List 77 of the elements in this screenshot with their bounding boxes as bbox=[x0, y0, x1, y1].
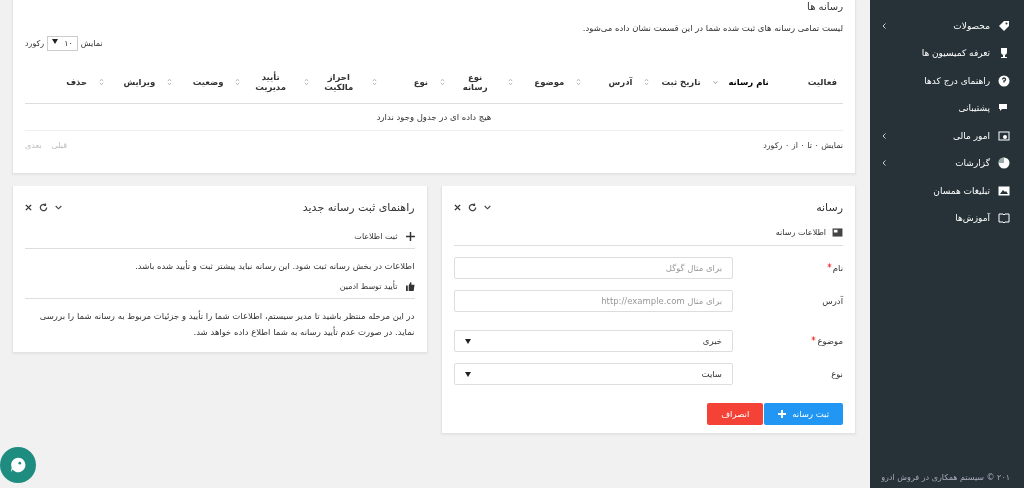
sort-icon bbox=[576, 78, 582, 86]
length-label: نمایش bbox=[80, 39, 103, 48]
close-icon[interactable] bbox=[25, 203, 32, 211]
sidebar-item[interactable]: راهنمای درج کدها bbox=[870, 67, 1024, 95]
sort-desc-icon bbox=[712, 80, 718, 84]
money-icon bbox=[998, 129, 1010, 142]
text-field[interactable]: برای مثال http://example.com bbox=[453, 290, 733, 312]
card-title: رسانه bbox=[816, 200, 843, 214]
select-field[interactable]: خبری bbox=[453, 330, 733, 352]
sidebar-item[interactable]: گزارشات bbox=[870, 149, 1024, 177]
column-header[interactable]: آدرس bbox=[570, 77, 639, 87]
sidebar-item[interactable]: امور مالی bbox=[870, 122, 1024, 150]
step-heading: ثبت اطلاعات bbox=[354, 232, 398, 241]
sidebar-item[interactable]: تبلیغات همسان bbox=[870, 177, 1024, 205]
tag-icon bbox=[998, 19, 1010, 32]
field-label: موضوع bbox=[811, 336, 843, 346]
sidebar-item[interactable]: پشتیبانی bbox=[870, 94, 1024, 122]
sort-icon bbox=[167, 78, 173, 86]
column-header[interactable]: ویرایش bbox=[93, 77, 162, 87]
step-heading: تأیید توسط ادمین bbox=[339, 282, 398, 291]
sort-icon bbox=[371, 78, 377, 86]
footer-text: ۲۰۱ © سیستم همکاری در فروش ادرو bbox=[880, 473, 1011, 484]
length-label: رکورد bbox=[25, 39, 45, 48]
collapse-icon[interactable] bbox=[55, 204, 62, 210]
field-label: نام bbox=[826, 263, 843, 273]
column-header[interactable]: نوع رسانه bbox=[433, 72, 503, 92]
step-text: در این مرحله منتظر باشید تا مدیر سیستم، اطلاعات شما را تأیید و جزئیات مربوط به رسانه شما را بررسی نماید. در صورت عدم تأیید رسانه به شما اطلاع داده خواهد شد. bbox=[38, 309, 415, 339]
field-label: نوع bbox=[831, 369, 843, 379]
column-header[interactable]: تاریخ ثبت bbox=[638, 77, 707, 87]
column-header[interactable]: فعالیت bbox=[774, 77, 843, 87]
column-header[interactable]: وضعیت bbox=[161, 77, 230, 87]
trophy-icon bbox=[998, 47, 1010, 60]
column-header[interactable]: احراز مالکیت bbox=[297, 72, 366, 92]
column-header[interactable]: موضوع bbox=[502, 77, 571, 87]
sidebar-item[interactable]: آموزش‌ها bbox=[870, 204, 1024, 232]
refresh-icon[interactable] bbox=[39, 202, 48, 212]
close-icon[interactable] bbox=[453, 203, 461, 211]
table-info: نمایش ۰ تا ۰ از ۰ رکورد bbox=[763, 141, 843, 150]
page-length-select[interactable]: ۱۰ bbox=[47, 36, 78, 51]
dropdown-arrow-icon bbox=[464, 338, 471, 344]
empty-table-message: هیچ داده ای در جدول وجود ندارد bbox=[25, 104, 843, 131]
question-icon bbox=[998, 74, 1010, 87]
sort-icon bbox=[99, 78, 105, 86]
column-header[interactable]: نام رسانه bbox=[706, 77, 775, 87]
dropdown-arrow-icon bbox=[464, 371, 471, 377]
sort-icon bbox=[303, 78, 309, 86]
plus-icon bbox=[405, 232, 415, 241]
card-title: راهنمای ثبت رسانه جدید bbox=[302, 200, 415, 214]
chat-icon bbox=[9, 456, 27, 474]
card-title: رسانه ها bbox=[806, 0, 843, 13]
sort-icon bbox=[235, 78, 241, 86]
select-field[interactable]: سایت bbox=[453, 363, 733, 385]
sort-icon bbox=[644, 78, 650, 86]
plus-icon bbox=[778, 410, 787, 418]
chat-bubble-button[interactable] bbox=[0, 447, 36, 483]
asterisk-icon bbox=[826, 263, 832, 268]
sort-icon bbox=[508, 78, 514, 86]
collapse-icon[interactable] bbox=[483, 204, 491, 210]
sidebar-item[interactable]: محصولات bbox=[870, 12, 1024, 40]
description-text: لیست تمامی رسانه های ثبت شده شما در این قسمت نشان داده می‌شود. bbox=[581, 23, 843, 33]
pie-chart-icon bbox=[998, 157, 1010, 170]
field-label: آدرس bbox=[822, 296, 843, 306]
id-card-icon bbox=[832, 228, 843, 237]
asterisk-icon bbox=[811, 336, 817, 341]
text-field[interactable]: برای مثال گوگل bbox=[453, 257, 733, 279]
column-header[interactable]: تأیید مدیریت bbox=[229, 72, 298, 92]
sort-icon bbox=[439, 78, 445, 86]
refresh-icon[interactable] bbox=[467, 202, 477, 212]
picture-icon bbox=[998, 184, 1010, 197]
step-text: اطلاعات در بخش رسانه ثبت شود. این رسانه نباید پیشتر ثبت و تأیید شده باشد. bbox=[134, 259, 415, 273]
thumbs-up-icon bbox=[405, 282, 415, 291]
dropdown-arrow-icon bbox=[52, 39, 59, 44]
column-header[interactable]: حذف bbox=[24, 77, 94, 87]
section-title: اطلاعات رسانه bbox=[775, 228, 826, 237]
cancel-button[interactable]: انصراف bbox=[707, 403, 764, 425]
sidebar-item[interactable]: تعرفه کمیسیون ها bbox=[870, 39, 1024, 67]
column-header[interactable]: نوع bbox=[365, 77, 434, 87]
